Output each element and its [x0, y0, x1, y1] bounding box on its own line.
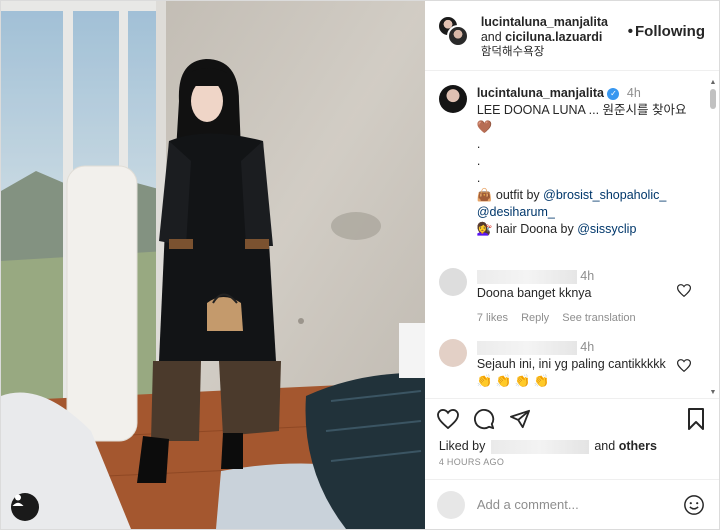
comment-button[interactable] — [473, 408, 495, 430]
post-photo[interactable] — [1, 1, 425, 529]
blurred-username[interactable] — [476, 269, 577, 284]
see-translation-button[interactable]: See translation — [562, 312, 635, 324]
tagged-users-button[interactable] — [11, 493, 39, 521]
comment-input[interactable] — [476, 497, 667, 512]
caption-username[interactable]: lucintaluna_manjalita — [477, 86, 604, 100]
post-caption: lucintaluna_manjalita ✓ 4h LEE DOONA LUN… — [438, 85, 719, 238]
outfit-label: outfit by — [495, 188, 540, 202]
emoji-picker-button[interactable] — [683, 494, 705, 519]
comments-section[interactable]: ▲ ▼ lucintaluna_manjalita ✓ 4h LEE DOONA… — [425, 71, 719, 398]
avatar[interactable] — [436, 490, 465, 519]
location-link[interactable]: 함덕해수욕장 — [481, 45, 608, 60]
share-button[interactable] — [509, 409, 531, 429]
scroll-up-arrow-icon[interactable]: ▲ — [709, 79, 717, 86]
heart-outline-icon — [676, 359, 692, 373]
liked-by-label: Liked by — [438, 439, 486, 453]
avatar[interactable] — [438, 339, 467, 367]
bookmark-icon — [688, 408, 704, 430]
heart-emoji: 🤎 — [476, 120, 493, 134]
heart-icon — [436, 408, 459, 429]
avatar[interactable] — [438, 268, 467, 296]
scrollbar-thumb[interactable] — [710, 89, 716, 109]
like-comment-button[interactable] — [676, 359, 692, 375]
photo-illustration — [1, 1, 425, 529]
smiley-icon — [684, 495, 704, 515]
scroll-down-arrow-icon[interactable]: ▼ — [709, 389, 717, 396]
verified-badge-icon: ✓ — [607, 87, 620, 100]
avatar[interactable] — [446, 25, 469, 47]
blurred-liker[interactable] — [490, 439, 589, 454]
person-icon — [12, 494, 24, 506]
caption-dot: . — [476, 171, 481, 185]
comment-item: 4h Doona banget kknya 7 likes Reply See … — [438, 268, 719, 327]
collaborator-username[interactable]: ciciluna.lazuardi — [505, 30, 602, 44]
add-comment-bar — [424, 479, 719, 529]
blurred-username[interactable] — [476, 340, 577, 355]
heart-outline-icon — [676, 284, 692, 298]
caption-dot: . — [476, 137, 481, 151]
likes-line: Liked by and others — [425, 438, 719, 455]
caption-time[interactable]: 4h — [627, 86, 641, 100]
mention-link[interactable]: @brosist_shopaholic_ — [543, 188, 666, 202]
following-button[interactable]: • Following — [628, 23, 705, 40]
like-comment-button[interactable] — [676, 284, 692, 300]
comment-text: Doona banget kknya — [476, 286, 592, 300]
post-timestamp[interactable]: 4 HOURS AGO — [425, 457, 719, 467]
instagram-post: lucintaluna_manjalita and ciciluna.lazua… — [0, 0, 720, 530]
comment-time[interactable]: 4h — [580, 269, 594, 283]
post-actions — [424, 398, 719, 438]
author-username[interactable]: lucintaluna_manjalita — [481, 15, 608, 29]
collab-avatars[interactable] — [436, 15, 471, 49]
hair-label: hair Doona by — [495, 222, 574, 236]
post-header: lucintaluna_manjalita and ciciluna.lazua… — [424, 1, 719, 71]
comment-likes-link[interactable]: 7 likes — [477, 312, 508, 324]
like-button[interactable] — [436, 408, 459, 429]
caption-text: LEE DOONA LUNA ... 원준시를 찾아요 — [476, 103, 687, 117]
mention-link[interactable]: @desiharum_ — [477, 205, 555, 219]
post-side-panel: lucintaluna_manjalita and ciciluna.lazua… — [424, 1, 719, 529]
outfit-emoji: 👜 — [476, 188, 493, 202]
and-label: and — [594, 439, 616, 453]
others-link[interactable]: others — [619, 439, 657, 453]
comment-bubble-icon — [473, 408, 494, 429]
comment-text: Sejauh ini, ini yg paling cantikkkkk — [476, 357, 666, 371]
mention-link[interactable]: @sissyclip — [577, 222, 636, 236]
avatar[interactable] — [438, 85, 467, 113]
and-text: and — [480, 30, 502, 44]
caption-dot: . — [476, 154, 481, 168]
reply-button[interactable]: Reply — [521, 312, 549, 324]
separator-dot: • — [627, 23, 634, 40]
clap-emojis: 👏 👏 👏 👏 — [476, 374, 550, 388]
comment-item: 4h Sejauh ini, ini yg paling cantikkkkk … — [438, 339, 719, 390]
save-button[interactable] — [687, 408, 705, 433]
header-text: lucintaluna_manjalita and ciciluna.lazua… — [481, 15, 608, 60]
following-label: Following — [635, 23, 705, 40]
hair-emoji: 💇‍♀️ — [476, 222, 493, 236]
comment-time[interactable]: 4h — [580, 340, 594, 354]
paper-plane-icon — [509, 409, 530, 428]
